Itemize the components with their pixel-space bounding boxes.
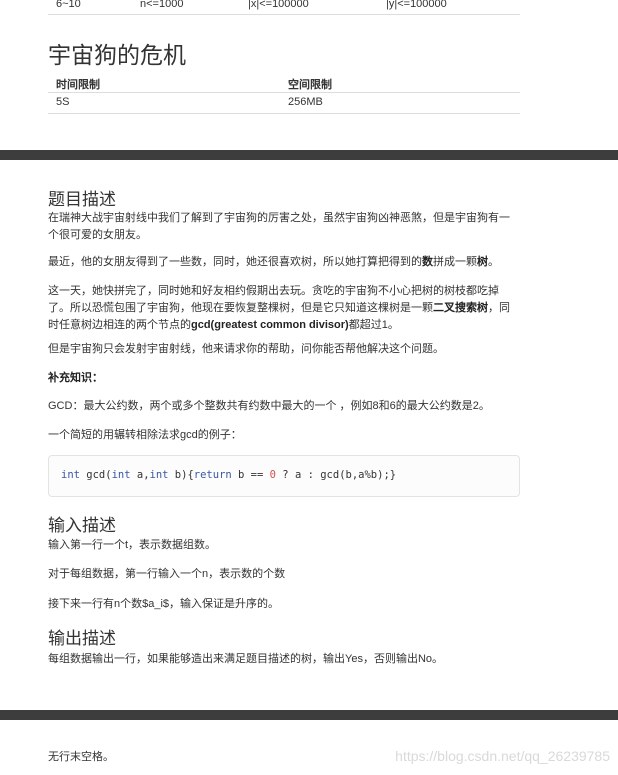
row-cell-4: |y|<=100000: [386, 0, 447, 10]
description-paragraph-2: 最近，他的女朋友得到了一些数，同时，她还很喜欢树，所以她打算把得到的数拼成一颗树…: [48, 256, 499, 268]
limits-table: 时间限制 空间限制 5S 256MB: [48, 74, 520, 118]
input-heading: 输入描述: [48, 516, 116, 535]
memory-limit-value: 256MB: [288, 96, 323, 108]
description-paragraph-4: 但是宇宙狗只会发射宇宙射线，他来请求你的帮助，问你能否帮他解决这个问题。: [48, 343, 444, 355]
row-cell-1: 6~10: [56, 0, 81, 10]
code-block: int gcd(int a,int b){return b == 0 ? a :…: [48, 455, 520, 497]
section-divider-2: [0, 710, 618, 720]
output-line-1: 每组数据输出一行，如果能够造出来满足题目描述的树，输出Yes，否则输出No。: [48, 653, 444, 665]
watermark: https://blog.csdn.net/qq_26239785: [395, 748, 610, 764]
gcd-definition: GCD：最大公约数，两个或多个整数共有约数中最大的一个 ，例如8和6的最大公约数…: [48, 400, 490, 412]
row-cell-2: n<=1000: [140, 0, 184, 10]
description-paragraph-1: 在瑞神大战宇宙射线中我们了解到了宇宙狗的厉害之处，虽然宇宙狗凶神恶煞，但是宇宙狗…: [48, 212, 510, 241]
time-limit-header: 时间限制: [56, 79, 100, 91]
supplementary-title: 补充知识：: [48, 372, 103, 384]
input-line-2: 对于每组数据，第一行输入一个n，表示数的个数: [48, 568, 286, 580]
problem-title: 宇宙狗的危机: [48, 42, 186, 68]
row-cell-3: |x|<=100000: [248, 0, 309, 10]
description-heading: 题目描述: [48, 190, 116, 209]
memory-limit-header: 空间限制: [288, 79, 332, 91]
output-heading: 输出描述: [48, 629, 116, 648]
time-limit-value: 5S: [56, 96, 70, 108]
example-intro: 一个简短的用辗转相除法求gcd的例子：: [48, 429, 242, 441]
sample-limits-row: 6~10 n<=1000 |x|<=100000 |y|<=100000: [48, 0, 520, 15]
input-line-1: 输入第一行一个t，表示数据组数。: [48, 539, 217, 551]
code-line: int gcd(int a,int b){return b == 0 ? a :…: [61, 469, 397, 481]
section-divider: [0, 150, 618, 160]
input-line-3: 接下来一行有n个数$a_i$，输入保证是升序的。: [48, 598, 280, 610]
description-paragraph-3: 这一天，她快拼完了，同时她和好友相约假期出去玩。贪吃的宇宙狗不小心把树的树枝都吃…: [48, 285, 510, 331]
